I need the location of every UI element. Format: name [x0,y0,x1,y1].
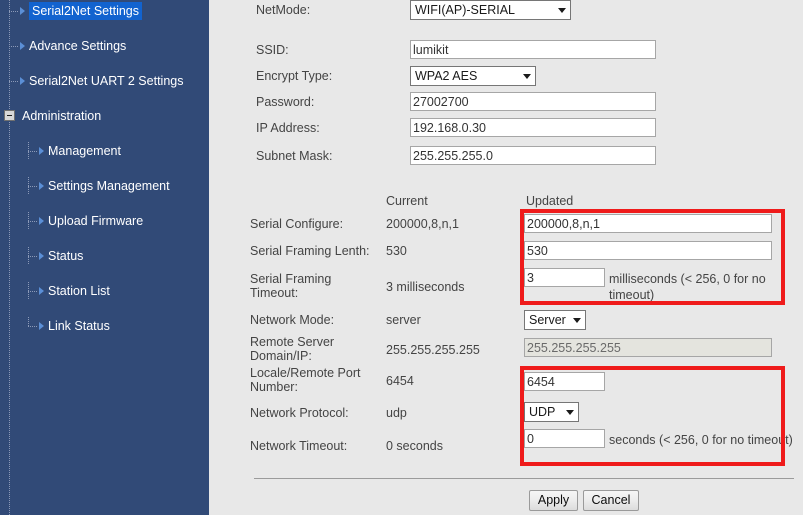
arrow-right-icon [39,252,44,260]
password-label: Password: [256,95,315,109]
chevron-down-icon [573,318,581,323]
remote-server-label: Remote Server Domain/IP: [250,335,335,363]
subnet-mask-label: Subnet Mask: [256,149,333,163]
minus-box-icon[interactable] [4,110,15,121]
sidebar-item-advance-settings[interactable]: Advance Settings [0,37,209,55]
column-header-updated: Updated [526,194,574,208]
sidebar-item-label: Advance Settings [29,39,127,53]
sidebar-item-serial2net-uart2-settings[interactable]: Serial2Net UART 2 Settings [0,72,209,90]
arrow-right-icon [39,147,44,155]
main-content: NetMode: WIFI(AP)-SERIAL SSID: Encrypt T… [209,0,803,515]
tree-branch-line [28,291,38,292]
serial-configure-label: Serial Configure: [250,217,344,231]
arrow-right-icon [39,182,44,190]
network-timeout-hint: seconds (< 256, 0 for no timeout) [609,433,793,447]
encrypt-type-select[interactable]: WPA2 AES [410,66,536,86]
chevron-down-icon [566,410,574,415]
tree-branch-line [9,46,19,47]
ip-address-label: IP Address: [256,121,320,135]
serial-framing-lenth-input[interactable] [524,241,772,260]
sidebar-item-label: Serial2Net Settings [29,2,143,20]
ssid-input[interactable] [410,40,656,59]
serial-framing-timeout-label: Serial Framing Timeout: [250,272,332,300]
sidebar-item-label: Status [48,249,84,263]
encrypt-type-select-value: WPA2 AES [415,69,478,83]
sidebar-item-administration[interactable]: Administration [0,107,209,125]
sidebar-item-label: Link Status [48,319,110,333]
sidebar-item-upload-firmware[interactable]: Upload Firmware [0,212,209,230]
remote-server-input [524,338,772,357]
column-header-current: Current [386,194,428,208]
apply-button[interactable]: Apply [529,490,578,511]
network-mode-current: server [386,313,421,327]
sidebar-item-station-list[interactable]: Station List [0,282,209,300]
encrypt-type-label: Encrypt Type: [256,69,333,83]
network-protocol-select-value: UDP [529,405,556,419]
tree-branch-line [28,151,38,152]
netmode-select[interactable]: WIFI(AP)-SERIAL [410,0,571,20]
network-timeout-input[interactable] [524,429,605,448]
sidebar-item-serial2net-settings[interactable]: Serial2Net Settings [0,2,209,20]
network-protocol-current: udp [386,406,407,420]
sidebar-item-management[interactable]: Management [0,142,209,160]
arrow-right-icon [39,217,44,225]
serial-framing-lenth-current: 530 [386,244,407,258]
port-number-current: 6454 [386,374,414,388]
serial-framing-timeout-input[interactable] [524,268,605,287]
sidebar-item-label: Management [48,144,121,158]
sidebar-item-label: Upload Firmware [48,214,144,228]
tree-branch-line [28,221,38,222]
tree-branch-line [28,326,38,327]
sidebar-item-link-status[interactable]: Link Status [0,317,209,335]
serial-framing-lenth-label: Serial Framing Lenth: [250,244,370,258]
ip-address-input[interactable] [410,118,656,137]
network-mode-select[interactable]: Server [524,310,586,330]
arrow-right-icon [39,322,44,330]
serial-configure-current: 200000,8,n,1 [386,217,459,231]
network-timeout-current: 0 seconds [386,439,443,453]
sidebar-item-settings-management[interactable]: Settings Management [0,177,209,195]
ssid-label: SSID: [256,43,289,57]
sidebar-navigation: Serial2Net Settings Advance Settings Ser… [0,0,209,515]
port-number-input[interactable] [524,372,605,391]
tree-branch-line [28,256,38,257]
port-number-label: Locale/Remote Port Number: [250,366,361,394]
serial-configure-input[interactable] [524,214,772,233]
chevron-down-icon [523,74,531,79]
password-input[interactable] [410,92,656,111]
network-mode-label: Network Mode: [250,313,335,327]
serial-framing-timeout-current: 3 milliseconds [386,280,465,294]
tree-guide-line [28,317,29,326]
arrow-right-icon [20,7,25,15]
network-timeout-label: Network Timeout: [250,439,348,453]
arrow-right-icon [39,287,44,295]
page-root: Serial2Net Settings Advance Settings Ser… [0,0,803,515]
netmode-select-value: WIFI(AP)-SERIAL [415,3,516,17]
remote-server-current: 255.255.255.255 [386,343,480,357]
sidebar-item-label: Administration [22,109,102,123]
sidebar-item-status[interactable]: Status [0,247,209,265]
arrow-right-icon [20,77,25,85]
network-protocol-select[interactable]: UDP [524,402,579,422]
arrow-right-icon [20,42,25,50]
sidebar-item-label: Settings Management [48,179,170,193]
tree-branch-line [28,186,38,187]
serial-framing-timeout-hint: milliseconds (< 256, 0 for no timeout) [609,272,766,302]
sidebar-item-label: Serial2Net UART 2 Settings [29,74,184,88]
footer-divider [254,478,794,479]
sidebar-item-label: Station List [48,284,110,298]
subnet-mask-input[interactable] [410,146,656,165]
tree-branch-line [9,11,19,12]
tree-branch-line [9,81,19,82]
network-mode-select-value: Server [529,313,566,327]
cancel-button[interactable]: Cancel [583,490,639,511]
network-protocol-label: Network Protocol: [250,406,349,420]
chevron-down-icon [558,8,566,13]
netmode-label: NetMode: [256,3,311,17]
